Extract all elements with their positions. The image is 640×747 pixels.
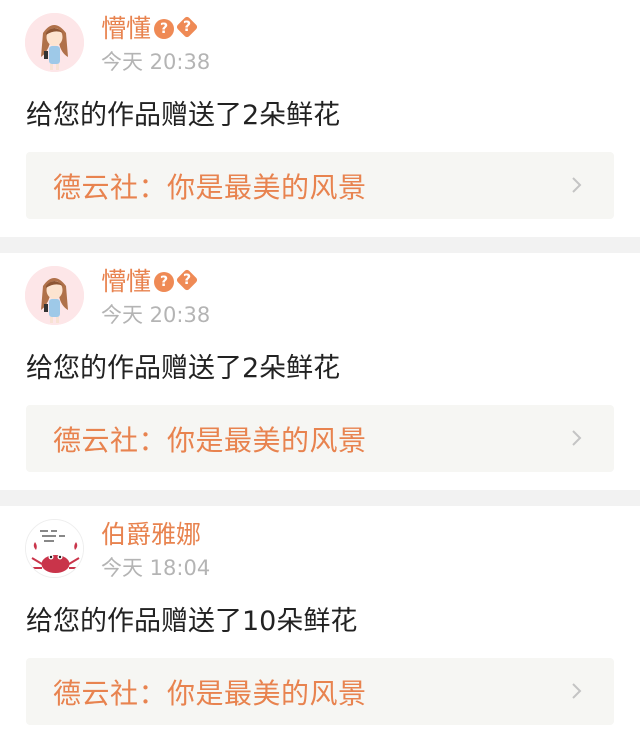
timestamp: 今天 20:38	[101, 50, 211, 74]
girl-avatar-icon	[25, 266, 84, 325]
badge-diamond-icon: ?	[175, 15, 199, 39]
avatar[interactable]	[25, 519, 84, 578]
work-link[interactable]: 德云社：你是最美的风景	[26, 152, 614, 219]
avatar[interactable]	[25, 266, 84, 325]
notification-card: 懵懂 ? ? 今天 20:38 给您的作品赠送了2朵鲜花 德云社：你是最美的风景	[0, 253, 640, 490]
user-header: 懵懂 ? ?	[101, 265, 199, 299]
notification-card: 懵懂 ? ? 今天 20:38 给您的作品赠送了2朵鲜花 德云社：你是最美的风景	[0, 0, 640, 237]
work-link[interactable]: 德云社：你是最美的风景	[26, 405, 614, 472]
girl-avatar-icon	[25, 13, 84, 72]
username[interactable]: 懵懂	[101, 12, 151, 46]
timestamp: 今天 20:38	[101, 303, 211, 327]
user-header: 伯爵雅娜	[101, 518, 201, 552]
username[interactable]: 伯爵雅娜	[101, 518, 201, 552]
work-link[interactable]: 德云社：你是最美的风景	[26, 658, 614, 725]
gift-message: 给您的作品赠送了2朵鲜花	[26, 353, 341, 384]
user-header: 懵懂 ? ?	[101, 12, 199, 46]
badge-diamond-icon: ?	[175, 268, 199, 292]
badge-question-icon: ?	[154, 272, 175, 292]
work-title: 德云社：你是最美的风景	[53, 676, 367, 710]
gift-message: 给您的作品赠送了2朵鲜花	[26, 100, 341, 131]
notification-card: 伯爵雅娜 今天 18:04 给您的作品赠送了10朵鲜花 德云社：你是最美的风景	[0, 506, 640, 743]
separator	[0, 490, 640, 506]
badges: ? ?	[154, 15, 199, 39]
chevron-right-icon	[572, 430, 582, 446]
work-title: 德云社：你是最美的风景	[53, 170, 367, 204]
chevron-right-icon	[572, 177, 582, 193]
work-title: 德云社：你是最美的风景	[53, 423, 367, 457]
chevron-right-icon	[572, 683, 582, 699]
crab-avatar-icon	[26, 520, 83, 577]
avatar[interactable]	[25, 13, 84, 72]
separator	[0, 237, 640, 253]
timestamp: 今天 18:04	[101, 556, 211, 580]
notification-feed: 懵懂 ? ? 今天 20:38 给您的作品赠送了2朵鲜花 德云社：你是最美的风景	[0, 0, 640, 743]
badge-question-icon: ?	[154, 19, 175, 39]
gift-message: 给您的作品赠送了10朵鲜花	[26, 606, 358, 637]
username[interactable]: 懵懂	[101, 265, 151, 299]
badges: ? ?	[154, 268, 199, 292]
